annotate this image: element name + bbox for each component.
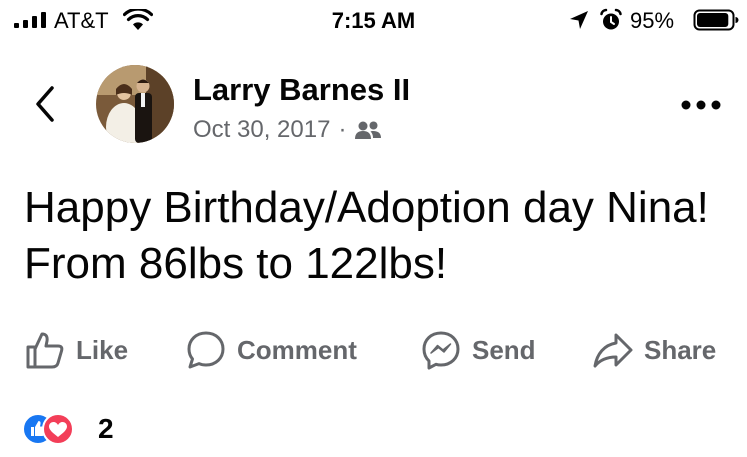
like-button[interactable]: Like xyxy=(24,325,128,375)
reaction-count: 2 xyxy=(98,413,114,444)
reaction-icon-group xyxy=(22,413,74,445)
post-text: Happy Birthday/Adoption day Nina! From 8… xyxy=(24,183,709,288)
reactions-summary[interactable]: 2 xyxy=(22,413,114,445)
avatar-photo xyxy=(96,65,174,143)
share-arrow-icon xyxy=(593,333,633,368)
back-button[interactable] xyxy=(28,82,64,126)
author-name[interactable]: Larry Barnes II xyxy=(193,72,410,108)
messenger-icon xyxy=(422,331,460,370)
more-options-button[interactable] xyxy=(680,95,722,115)
battery-icon xyxy=(693,9,739,31)
send-button[interactable]: Send xyxy=(420,325,536,375)
battery-percent: 95% xyxy=(630,8,675,33)
post-date[interactable]: Oct 30, 2017 xyxy=(193,116,330,144)
friends-icon[interactable] xyxy=(354,120,382,140)
reaction-icons xyxy=(22,413,90,445)
avatar[interactable] xyxy=(96,65,174,143)
love-reaction-icon xyxy=(42,413,74,445)
thumbs-up-icon xyxy=(26,332,64,369)
share-button[interactable]: Share xyxy=(592,325,716,375)
like-label: Like xyxy=(76,334,129,365)
meta-separator: · xyxy=(338,116,347,143)
status-bar: AT&T 7:15 AM 95% xyxy=(0,0,747,40)
comment-button[interactable]: Comment xyxy=(185,325,357,375)
chevron-left-icon xyxy=(36,86,54,122)
share-label: Share xyxy=(644,334,717,365)
comment-label: Comment xyxy=(237,334,357,365)
more-horizontal-icon xyxy=(681,100,721,110)
location-arrow-icon xyxy=(570,11,588,29)
alarm-icon xyxy=(600,8,622,30)
post-meta: Oct 30, 2017 · xyxy=(193,115,382,145)
send-label: Send xyxy=(472,334,536,365)
post-actions: Like Comment Send Share xyxy=(0,325,747,375)
comment-icon xyxy=(187,331,225,369)
